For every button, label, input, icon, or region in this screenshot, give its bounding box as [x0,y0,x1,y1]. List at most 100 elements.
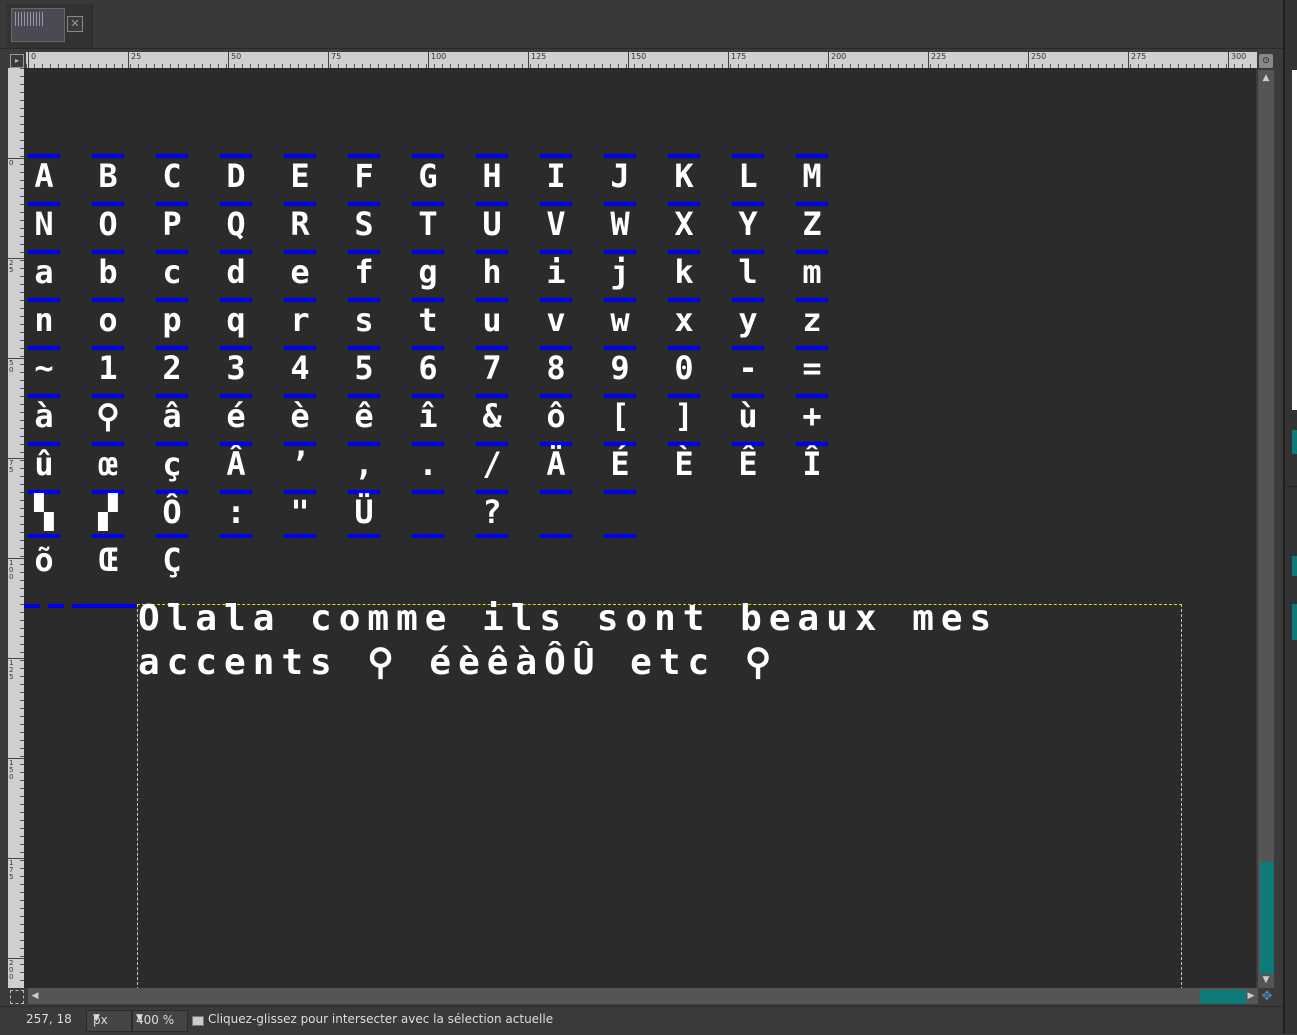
glyph-cell: à [34,397,54,435]
ruler-tick-label: 75 [9,459,14,474]
scroll-up-icon[interactable]: ▲ [1259,72,1273,84]
glyph-cell: œ [98,445,118,483]
navigate-icon[interactable]: ✥ [1260,990,1274,1004]
ruler-tick: 75 [328,52,341,68]
horizontal-scrollbar[interactable]: ◀ ▶ [28,988,1258,1004]
glyph-cell: Œ [98,541,118,579]
horizontal-scroll-thumb[interactable] [1200,989,1246,1003]
ruler-tick-label: 200 [831,52,847,61]
glyph-baseline-bar [412,490,444,494]
ruler-tick-label: 25 [131,52,142,61]
ruler-tick-label: 0 [9,159,14,167]
ruler-tick-label: 150 [9,759,14,781]
glyph-cell: d [226,253,246,291]
glyph-cell: H [482,157,502,195]
glyph-cell: B [98,157,118,195]
glyph-cell: 3 [226,349,246,387]
glyph-cell: r [290,301,310,339]
glyph-cell: Y [738,205,758,243]
glyph-cell: G [418,157,438,195]
glyph-cell: è [290,397,310,435]
glyph-cell: z [802,301,822,339]
glyph-baseline-bar [220,534,252,538]
dock-layer-item[interactable] [1292,556,1297,576]
dock-panel-button[interactable] [1292,430,1297,454]
glyph-cell: ▞ [98,493,118,531]
status-message: Cliquez-glissez pour intersecter avec la… [208,1012,554,1026]
glyph-cell: Q [226,205,246,243]
separator-line [24,604,40,608]
glyph-cell: 9 [610,349,630,387]
separator-line [72,604,136,608]
image-canvas[interactable]: Olala comme ils sont beaux mes accents ⚲… [24,68,1256,988]
dock-layer-item[interactable] [1292,604,1297,640]
glyph-cell: D [226,157,246,195]
image-thumbnail[interactable] [11,8,65,42]
glyph-cell: U [482,205,502,243]
glyph-baseline-bar [28,534,60,538]
dock-panel-preview[interactable] [1292,70,1297,410]
ruler-tick: 50 [8,358,24,374]
glyph-cell: h [482,253,502,291]
glyph-cell: , [354,445,374,483]
ruler-tick-label: 100 [9,559,14,581]
glyph-cell: t [418,301,438,339]
ruler-corner-menu-icon[interactable]: ▸ [10,54,24,68]
ruler-tick-label: 225 [931,52,947,61]
image-tab[interactable]: ✕ [6,4,93,48]
glyph-cell: 6 [418,349,438,387]
ruler-tick-label: 125 [9,659,14,681]
vertical-ruler[interactable]: 0 25 50 75 100 125 150 175 200 [8,68,24,988]
scroll-down-icon[interactable]: ▼ [1259,974,1273,986]
ruler-tick: 0 [28,52,36,68]
close-icon[interactable]: ✕ [67,16,83,32]
glyph-cell: s [354,301,374,339]
glyph-cell: 4 [290,349,310,387]
glyph-cell: / [482,445,502,483]
pointer-coordinates: 257, 18 [26,1012,72,1026]
ruler-tick: 200 [8,958,24,981]
glyph-cell: ~ [34,349,54,387]
glyph-cell: w [610,301,630,339]
glyph-cell: ⚲ [96,397,120,435]
glyph-cell: M [802,157,822,195]
glyph-cell: É [610,445,630,483]
unit-select[interactable]: px ▼ [86,1010,132,1032]
glyph-cell: N [34,205,54,243]
glyph-cell: ’ [290,445,310,483]
ruler-tick: 175 [728,52,746,68]
glyph-cell: b [98,253,118,291]
zoom-select[interactable]: 400 % ▼ [132,1010,188,1032]
glyph-cell: ] [674,397,694,435]
horizontal-ruler[interactable]: 0 25 50 75 100 125 150 175 200 225 250 275 300 [26,52,1257,68]
ruler-tick: 225 [928,52,946,68]
glyph-cell: È [674,445,694,483]
scroll-left-icon[interactable]: ◀ [28,990,42,1002]
glyph-cell: R [290,205,310,243]
ruler-tick-label: 50 [231,52,242,61]
ruler-tick: 75 [8,458,24,474]
glyph-cell: q [226,301,246,339]
glyph-cell: k [674,253,694,291]
glyph-cell: 8 [546,349,566,387]
glyph-baseline-bar [604,534,636,538]
quick-mask-toggle-icon[interactable] [10,990,24,1004]
scroll-right-icon[interactable]: ▶ [1244,990,1258,1002]
glyph-cell: X [674,205,694,243]
glyph-cell: f [354,253,374,291]
ruler-tick: 25 [128,52,141,68]
ruler-tick-label: 125 [531,52,547,61]
glyph-cell: n [34,301,54,339]
dock-divider[interactable] [1287,486,1297,487]
glyph-cell: â [162,397,182,435]
ruler-tick: 100 [428,52,446,68]
zoom-to-fit-icon[interactable]: ⊙ [1259,54,1273,68]
glyph-cell: c [162,253,182,291]
ruler-tick: 25 [8,258,24,274]
ruler-tick: 125 [8,658,24,681]
glyph-cell: T [418,205,438,243]
vertical-scrollbar[interactable]: ▲ ▼ [1258,70,1274,988]
vertical-scroll-thumb[interactable] [1259,862,1273,974]
ruler-tick-label: 150 [631,52,647,61]
glyph-cell: Â [226,445,246,483]
